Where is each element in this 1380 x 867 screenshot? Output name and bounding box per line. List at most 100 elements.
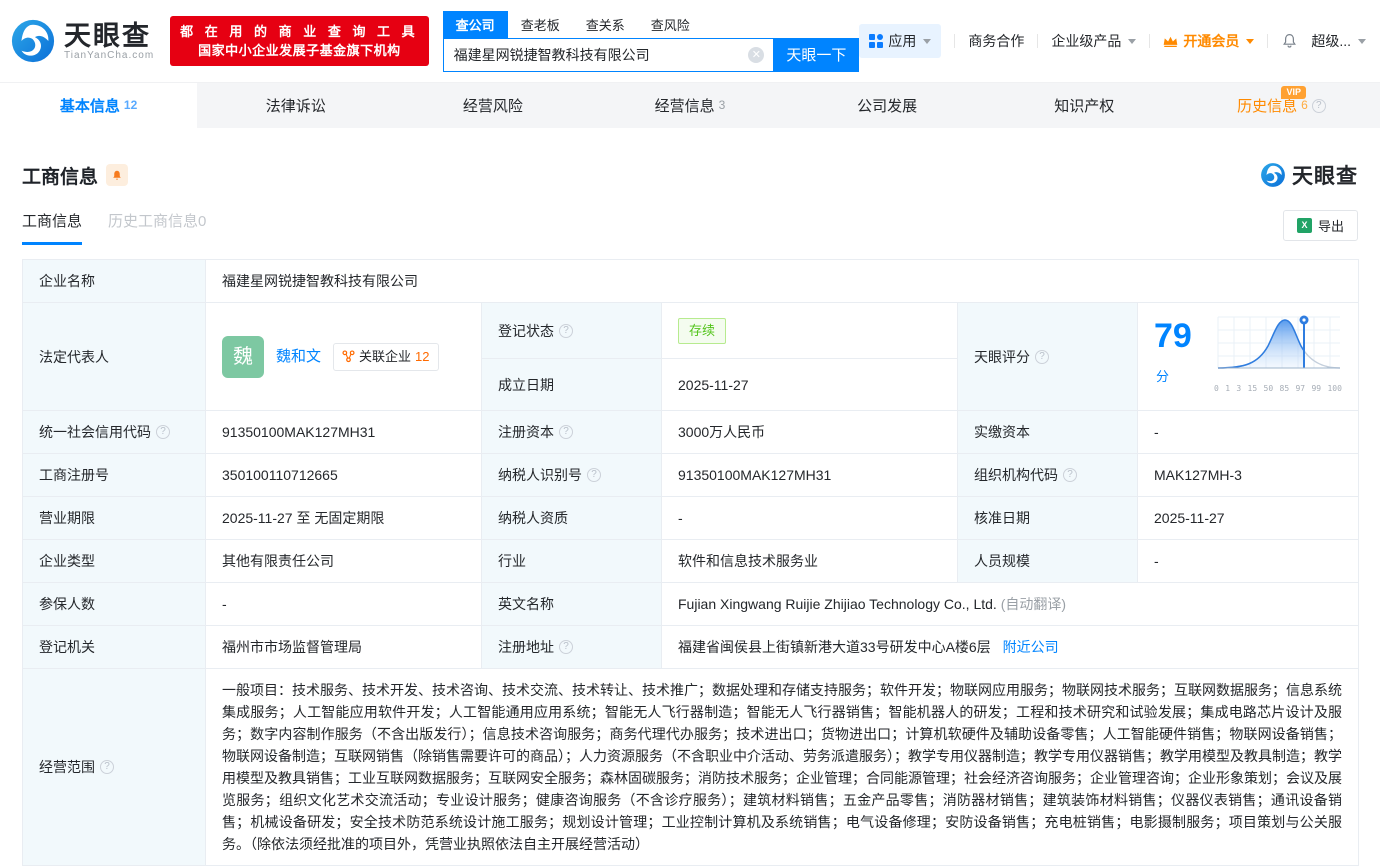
apps-menu[interactable]: 应用 (859, 24, 941, 58)
authority-label: 登记机关 (23, 626, 206, 669)
section-title: 工商信息 (22, 162, 98, 189)
address-label: 注册地址 (498, 636, 554, 658)
score-value: 79分 (1154, 319, 1206, 394)
help-icon[interactable] (559, 640, 573, 654)
notifications-button[interactable] (1281, 32, 1298, 50)
reg-status-cell: 存续 (662, 303, 958, 359)
status-badge: 存续 (678, 318, 726, 344)
logo-title: 天眼查 (64, 22, 154, 50)
business-term-label: 营业期限 (23, 497, 206, 540)
legal-rep-link[interactable]: 魏和文 (276, 346, 321, 368)
org-code-label-cell: 组织机构代码 (958, 454, 1138, 497)
tab-label: 知识产权 (1054, 95, 1114, 116)
subscribe-bell-button[interactable] (106, 164, 128, 186)
industry-label: 行业 (482, 540, 662, 583)
address-cell: 福建省闽侯县上街镇新港大道33号研发中心A楼6层 附近公司 (662, 626, 1359, 669)
crown-icon (1163, 35, 1178, 48)
taxpayer-qual-value: - (662, 497, 958, 540)
avatar[interactable]: 魏 (222, 336, 264, 378)
taxpayer-id-label: 纳税人识别号 (498, 464, 582, 486)
search-row: ✕ 天眼一下 (443, 38, 860, 72)
insured-label: 参保人数 (23, 583, 206, 626)
search-tab-boss[interactable]: 查老板 (508, 11, 573, 38)
tianyancha-logo-icon (1260, 162, 1286, 188)
tab-count: 12 (124, 98, 137, 112)
help-icon[interactable] (1063, 468, 1077, 482)
score-label-cell: 天眼评分 (958, 303, 1138, 411)
divider (1149, 34, 1150, 48)
help-icon[interactable] (587, 468, 601, 482)
help-icon[interactable] (156, 425, 170, 439)
business-cooperation-link[interactable]: 商务合作 (968, 31, 1024, 51)
legal-rep-cell: 魏 魏和文 关联企业 12 (206, 303, 482, 411)
header-nav: 应用 商务合作 企业级产品 开通会员 (859, 24, 1366, 58)
tab-company-development[interactable]: 公司发展 (789, 83, 986, 128)
chevron-down-icon (1128, 39, 1136, 44)
taxpayer-qual-label: 纳税人资质 (482, 497, 662, 540)
tab-label: 经营信息 (655, 95, 715, 116)
est-date-label: 成立日期 (482, 359, 662, 411)
related-companies-badge[interactable]: 关联企业 12 (333, 343, 438, 371)
tab-basic-info[interactable]: 基本信息 12 (0, 83, 197, 128)
credit-code-value: 91350100MAK127MH31 (206, 411, 482, 454)
address-label-cell: 注册地址 (482, 626, 662, 669)
section-title-row: 工商信息 (22, 162, 128, 189)
help-icon[interactable] (559, 425, 573, 439)
tab-count: 3 (719, 98, 726, 112)
reg-status-label: 登记状态 (498, 320, 554, 342)
promo-banner: 都 在 用 的 商 业 查 询 工 具 国家中小企业发展子基金旗下机构 (170, 16, 429, 66)
search-input[interactable] (444, 47, 749, 63)
approve-date-label: 核准日期 (958, 497, 1138, 540)
search-tab-risk[interactable]: 查风险 (638, 11, 703, 38)
tab-intellectual-property[interactable]: 知识产权 (986, 83, 1183, 128)
excel-icon: X (1297, 218, 1312, 233)
tab-business-info[interactable]: 经营信息 3 (591, 83, 788, 128)
tab-history-info[interactable]: VIP 历史信息 6 (1183, 83, 1380, 128)
subtab-business-info[interactable]: 工商信息 (22, 210, 82, 245)
tab-operational-risk[interactable]: 经营风险 (394, 83, 591, 128)
tab-label: 公司发展 (857, 95, 917, 116)
export-button[interactable]: X 导出 (1283, 210, 1358, 241)
open-membership-label: 开通会员 (1183, 31, 1239, 51)
legal-rep-label: 法定代表人 (23, 303, 206, 411)
scope-label: 经营范围 (39, 756, 95, 778)
clear-search-icon[interactable]: ✕ (748, 47, 764, 63)
help-icon[interactable] (1312, 99, 1326, 113)
company-type-value: 其他有限责任公司 (206, 540, 482, 583)
score-label: 天眼评分 (974, 346, 1030, 368)
enterprise-products-menu[interactable]: 企业级产品 (1051, 31, 1136, 51)
table-row: 参保人数 - 英文名称 Fujian Xingwang Ruijie Zhiji… (23, 583, 1359, 626)
divider (954, 34, 955, 48)
tab-legal-proceedings[interactable]: 法律诉讼 (197, 83, 394, 128)
super-vip-menu[interactable]: 超级... (1311, 31, 1366, 51)
staff-size-value: - (1138, 540, 1359, 583)
reg-capital-label-cell: 注册资本 (482, 411, 662, 454)
help-icon[interactable] (100, 760, 114, 774)
search-button[interactable]: 天眼一下 (773, 38, 859, 72)
nearby-companies-link[interactable]: 附近公司 (1003, 639, 1059, 655)
chart-x-ticks: 01 315 5085 9799 100 (1214, 378, 1342, 400)
chevron-down-icon (1358, 39, 1366, 44)
divider (1037, 34, 1038, 48)
company-type-label: 企业类型 (23, 540, 206, 583)
search-tab-relation[interactable]: 查关系 (573, 11, 638, 38)
search-tab-company[interactable]: 查公司 (443, 11, 508, 38)
org-code-value: MAK127MH-3 (1138, 454, 1359, 497)
tab-label: 经营风险 (463, 95, 523, 116)
open-membership-menu[interactable]: 开通会员 (1163, 31, 1254, 51)
super-vip-label: 超级... (1311, 31, 1351, 51)
section-header: 工商信息 天眼查 (22, 128, 1358, 190)
business-scope-value: 一般项目：技术服务、技术开发、技术咨询、技术交流、技术转让、技术推广；数据处理和… (206, 669, 1359, 866)
company-section-tabs: 基本信息 12 法律诉讼 经营风险 经营信息 3 公司发展 知识产权 VIP 历… (0, 82, 1380, 128)
reg-status-label-cell: 登记状态 (482, 303, 662, 359)
apps-label: 应用 (888, 31, 916, 51)
en-name-label: 英文名称 (482, 583, 662, 626)
help-icon[interactable] (559, 324, 573, 338)
help-icon[interactable] (1035, 350, 1049, 364)
score-distribution-chart: 01 315 5085 9799 100 (1214, 313, 1342, 400)
score-cell[interactable]: 79分 (1138, 303, 1359, 411)
related-companies-count: 12 (415, 346, 429, 368)
credit-code-label: 统一社会信用代码 (39, 421, 151, 443)
subtab-history-business-info[interactable]: 历史工商信息0 (108, 210, 206, 245)
tianyancha-logo[interactable]: 天眼查 TianYanCha.com (10, 18, 154, 64)
